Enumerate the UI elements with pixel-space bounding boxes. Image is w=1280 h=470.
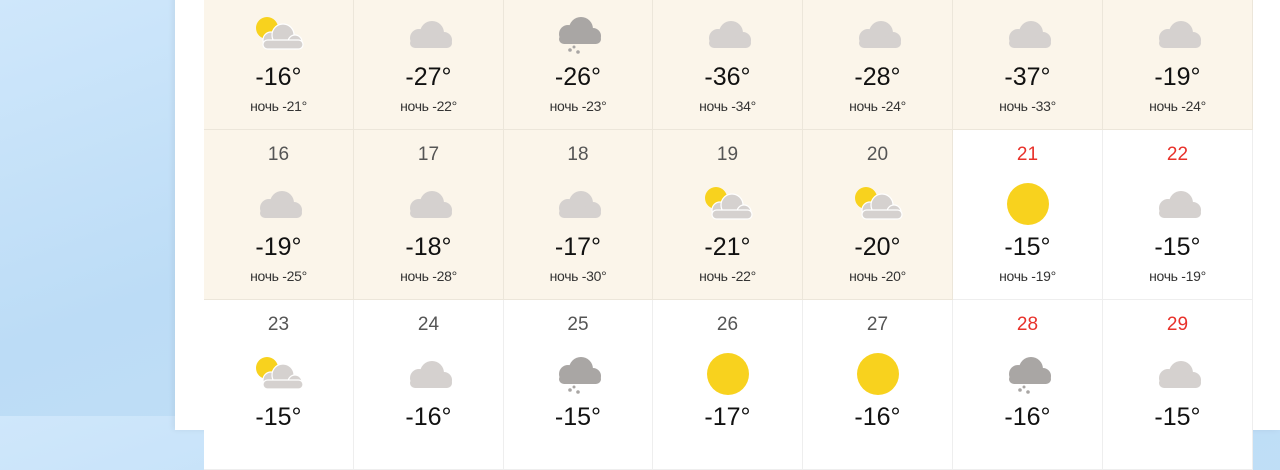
day-number: 17 xyxy=(417,144,440,165)
day-temperature: -16° xyxy=(255,63,302,91)
day-number: 25 xyxy=(567,314,589,335)
day-temperature: -15° xyxy=(255,403,302,431)
cloud-icon xyxy=(399,182,459,226)
cloud-icon xyxy=(1148,352,1208,396)
snow-cloud-icon xyxy=(548,352,608,396)
day-cell[interactable]: 27 -16° xyxy=(803,300,953,470)
day-number: 18 xyxy=(567,144,589,165)
day-temperature: -15° xyxy=(1004,233,1051,261)
day-temperature: -26° xyxy=(554,63,602,91)
day-cell[interactable]: -36° ночь -34° xyxy=(653,0,803,130)
cloud-icon xyxy=(1148,182,1208,226)
day-cell[interactable]: 24 -16° xyxy=(354,300,504,470)
day-number: 27 xyxy=(866,314,889,335)
day-cell[interactable]: 22 -15° ночь -19° xyxy=(1103,130,1253,300)
day-cell[interactable]: -16° ночь -21° xyxy=(204,0,354,130)
day-cell[interactable]: 17 -18° ночь -28° xyxy=(354,130,504,300)
day-temperature: -18° xyxy=(405,233,452,261)
night-temperature: ночь -33° xyxy=(999,98,1056,114)
night-temperature: ночь -25° xyxy=(250,268,307,284)
night-temperature: ночь -23° xyxy=(549,98,607,114)
day-cell[interactable]: 26 -17° xyxy=(653,300,803,470)
cloud-icon xyxy=(399,352,459,396)
weather-calendar-grid: -16° ночь -21° -27° ночь -22° -26° ночь -23° -… xyxy=(204,0,1253,470)
day-cell[interactable]: -19° ночь -24° xyxy=(1103,0,1253,130)
day-temperature: -17° xyxy=(704,403,751,431)
day-cell[interactable]: 16 -19° ночь -25° xyxy=(204,130,354,300)
cloud-icon xyxy=(698,12,758,56)
day-number: 28 xyxy=(1016,314,1039,335)
sun-cloud-icon xyxy=(698,182,758,226)
day-temperature: -19° xyxy=(255,233,302,261)
day-temperature: -16° xyxy=(1004,403,1051,431)
day-number: 26 xyxy=(716,314,739,335)
cloud-icon xyxy=(848,12,908,56)
night-temperature: ночь -22° xyxy=(699,268,756,284)
day-number: 20 xyxy=(866,144,889,165)
day-temperature: -37° xyxy=(1004,63,1051,91)
night-temperature: ночь -24° xyxy=(849,98,906,114)
day-temperature: -36° xyxy=(704,63,751,91)
night-temperature: ночь -22° xyxy=(400,98,457,114)
cloud-icon xyxy=(399,12,459,56)
sun-cloud-icon xyxy=(848,182,908,226)
day-number: 29 xyxy=(1166,314,1189,335)
night-temperature: ночь -24° xyxy=(1149,98,1206,114)
night-temperature: ночь -20° xyxy=(849,268,906,284)
day-temperature: -17° xyxy=(554,233,602,261)
day-cell[interactable]: -27° ночь -22° xyxy=(354,0,504,130)
day-number: 23 xyxy=(267,314,290,335)
day-cell[interactable]: 18 -17° ночь -30° xyxy=(504,130,653,300)
day-cell[interactable]: 21 -15° ночь -19° xyxy=(953,130,1103,300)
day-number: 16 xyxy=(267,144,290,165)
day-temperature: -16° xyxy=(854,403,901,431)
sun-icon xyxy=(998,182,1058,226)
night-temperature: ночь -30° xyxy=(549,268,607,284)
day-cell[interactable]: 25 -15° xyxy=(504,300,653,470)
snow-cloud-icon xyxy=(548,12,608,56)
day-number: 22 xyxy=(1166,144,1189,165)
sun-cloud-icon xyxy=(249,12,309,56)
sun-cloud-icon xyxy=(249,352,309,396)
day-temperature: -21° xyxy=(704,233,751,261)
cloud-icon xyxy=(1148,12,1208,56)
day-cell[interactable]: 29 -15° xyxy=(1103,300,1253,470)
night-temperature: ночь -19° xyxy=(999,268,1056,284)
cloud-icon xyxy=(548,182,608,226)
snow-cloud-icon xyxy=(998,352,1058,396)
night-temperature: ночь -28° xyxy=(400,268,457,284)
day-cell[interactable]: -37° ночь -33° xyxy=(953,0,1103,130)
night-temperature: ночь -34° xyxy=(699,98,756,114)
day-temperature: -16° xyxy=(405,403,452,431)
cloud-icon xyxy=(998,12,1058,56)
day-cell[interactable]: 19 -21° ночь -22° xyxy=(653,130,803,300)
day-cell[interactable]: -26° ночь -23° xyxy=(504,0,653,130)
sun-icon xyxy=(698,352,758,396)
night-temperature: ночь -19° xyxy=(1149,268,1206,284)
day-temperature: -20° xyxy=(854,233,901,261)
night-temperature: ночь -21° xyxy=(250,98,307,114)
day-temperature: -15° xyxy=(1154,233,1201,261)
day-number: 21 xyxy=(1016,144,1039,165)
day-cell[interactable]: -28° ночь -24° xyxy=(803,0,953,130)
sun-icon xyxy=(848,352,908,396)
day-temperature: -19° xyxy=(1154,63,1201,91)
day-number: 24 xyxy=(417,314,440,335)
day-temperature: -15° xyxy=(1154,403,1201,431)
day-cell[interactable]: 20 -20° ночь -20° xyxy=(803,130,953,300)
day-temperature: -27° xyxy=(405,63,452,91)
day-number: 19 xyxy=(716,144,739,165)
cloud-icon xyxy=(249,182,309,226)
day-temperature: -28° xyxy=(854,63,901,91)
day-cell[interactable]: 23 -15° xyxy=(204,300,354,470)
day-temperature: -15° xyxy=(554,403,602,431)
day-cell[interactable]: 28 -16° xyxy=(953,300,1103,470)
